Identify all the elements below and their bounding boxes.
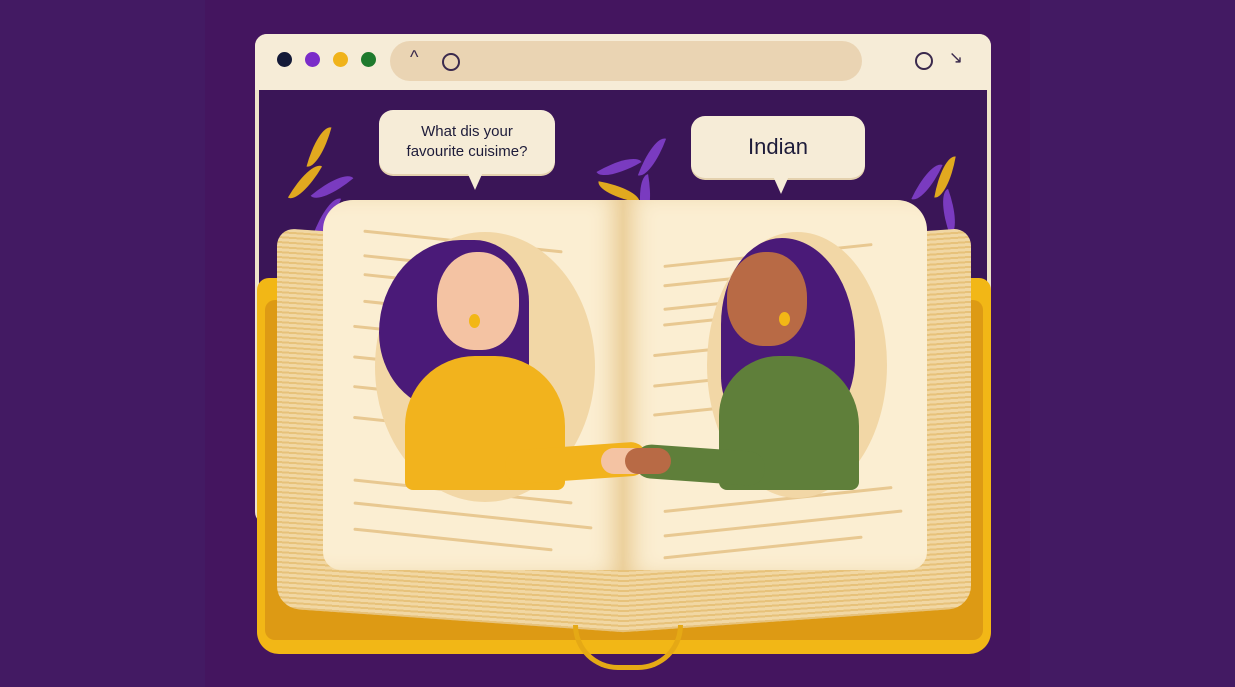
- text-line: [663, 535, 863, 560]
- text-line: [663, 509, 903, 538]
- text-line: [353, 527, 553, 552]
- right-woman-earring: [779, 312, 790, 326]
- question-line-2: favourite cuisime?: [406, 143, 528, 160]
- window-dot-green: [361, 52, 376, 67]
- illustration-art: ^ ↘ What dis your favourite cuisime? Ind…: [205, 0, 1030, 687]
- question-line-1: What dis your: [421, 123, 513, 140]
- circle-icon: [915, 52, 933, 70]
- text-line: [353, 501, 593, 530]
- illustration-canvas: ^ ↘ What dis your favourite cuisime? Ind…: [0, 0, 1235, 687]
- window-dot-yellow: [333, 52, 348, 67]
- window-dot-dark: [277, 52, 292, 67]
- book-clasp: [573, 625, 683, 670]
- window-dot-purple: [305, 52, 320, 67]
- address-bar: ^: [390, 41, 862, 81]
- arrow-diagonal-icon: ↘: [948, 48, 963, 67]
- right-woman-face: [727, 252, 807, 346]
- chevron-up-icon: ^: [410, 47, 419, 67]
- question-bubble-tail: [467, 172, 483, 190]
- circle-icon: [442, 53, 460, 71]
- left-woman-earring: [469, 314, 480, 328]
- question-speech-bubble: What dis your favourite cuisime?: [379, 110, 555, 174]
- answer-speech-bubble: Indian: [691, 116, 865, 178]
- right-margin-band: [1030, 0, 1235, 687]
- right-woman-hand: [625, 448, 671, 474]
- browser-title-bar: ^ ↘: [255, 34, 991, 90]
- answer-bubble-tail: [773, 176, 789, 194]
- left-woman-face: [437, 252, 519, 350]
- answer-text: Indian: [748, 134, 808, 159]
- left-margin-band: [0, 0, 205, 687]
